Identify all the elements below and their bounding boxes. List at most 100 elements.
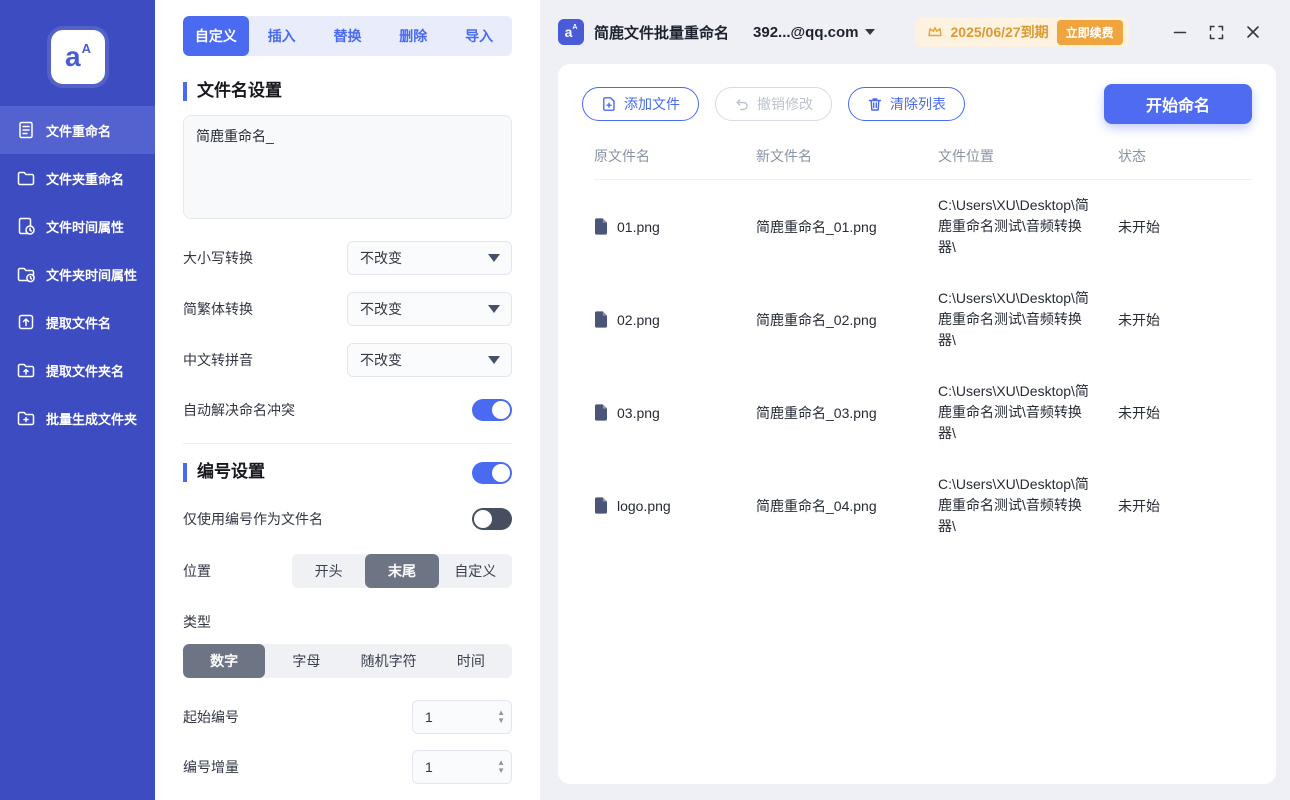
add-files-button[interactable]: 添加文件: [582, 87, 699, 121]
account-menu[interactable]: 392...@qq.com: [753, 24, 875, 41]
stepper-down-button[interactable]: ▼: [497, 766, 505, 775]
start-rename-button[interactable]: 开始命名: [1103, 84, 1252, 124]
new-filename: 简鹿重命名_02.png: [756, 311, 877, 328]
undo-button[interactable]: 撤销修改: [715, 87, 832, 121]
pinyin-convert-label: 中文转拼音: [183, 351, 253, 368]
sidebar-item-extract-foldername[interactable]: 提取文件夹名: [0, 346, 155, 394]
chevron-down-icon: [488, 355, 500, 364]
app-logo: aA: [50, 30, 105, 84]
chevron-down-icon: [488, 304, 500, 313]
tab-custom[interactable]: 自定义: [183, 16, 249, 56]
title-bar: aA 简鹿文件批量重命名 392...@qq.com 2025/06/27到期 …: [558, 0, 1276, 64]
sidebar-item-file-time[interactable]: 文件时间属性: [0, 202, 155, 250]
sidebar-item-label: 提取文件夹名: [46, 363, 125, 379]
tab-import[interactable]: 导入: [446, 16, 512, 56]
status-text: 未开始: [1118, 497, 1160, 514]
mode-tabbar: 自定义 插入 替换 删除 导入: [183, 16, 512, 56]
type-option-time[interactable]: 时间: [430, 644, 512, 678]
stepper-down-button[interactable]: ▼: [497, 716, 505, 725]
folder-time-icon: [17, 267, 35, 283]
app-title: 简鹿文件批量重命名: [594, 24, 730, 42]
position-option-start[interactable]: 开头: [292, 554, 365, 588]
crown-icon: [927, 26, 942, 37]
col-original-name: 原文件名: [594, 148, 650, 164]
new-filename: 简鹿重命名_04.png: [756, 497, 877, 514]
table-row[interactable]: 01.png 简鹿重命名_01.png C:\Users\XU\Desktop\…: [594, 180, 1252, 273]
file-icon: [595, 311, 607, 328]
status-text: 未开始: [1118, 311, 1160, 328]
sidebar-item-label: 文件时间属性: [46, 219, 125, 235]
tab-delete[interactable]: 删除: [380, 16, 446, 56]
sidebar-item-label: 文件夹时间属性: [46, 267, 138, 283]
undo-icon: [736, 99, 748, 111]
sidebar-item-label: 提取文件名: [46, 315, 112, 331]
window-controls: [1173, 25, 1276, 40]
status-text: 未开始: [1118, 218, 1160, 235]
sidebar: aA 文件重命名 文件夹重命名 文件时间属性 文件夹时间属性 提取文件名 提取文…: [0, 0, 155, 800]
sidebar-item-label: 文件重命名: [46, 123, 112, 139]
app-icon: aA: [558, 19, 584, 45]
fullscreen-button[interactable]: [1209, 25, 1224, 40]
file-list-card: 添加文件 撤销修改 清除列表 开始命名 原文件名 新文件名 文件位置 状态 01…: [558, 64, 1276, 784]
table-row[interactable]: logo.png 简鹿重命名_04.png C:\Users\XU\Deskto…: [594, 459, 1252, 552]
expiry-text: 2025/06/27到期: [950, 24, 1049, 40]
new-filename: 简鹿重命名_03.png: [756, 404, 877, 421]
filename-section-title: 文件名设置: [183, 81, 282, 101]
file-location: C:\Users\XU\Desktop\简鹿重命名测试\音频转换器\: [938, 476, 1089, 534]
renew-button[interactable]: 立即续费: [1056, 19, 1123, 45]
extract-foldername-icon: [17, 363, 35, 378]
status-text: 未开始: [1118, 404, 1160, 421]
chevron-down-icon: [488, 253, 500, 262]
type-option-number[interactable]: 数字: [183, 643, 266, 678]
original-filename: 03.png: [617, 404, 660, 421]
trash-icon: [868, 98, 882, 111]
traditional-convert-label: 简繁体转换: [183, 300, 253, 317]
file-icon: [595, 218, 607, 235]
tab-insert[interactable]: 插入: [249, 16, 315, 56]
position-option-custom[interactable]: 自定义: [439, 554, 512, 588]
sidebar-item-batch-create-folder[interactable]: 批量生成文件夹: [0, 394, 155, 442]
new-filename: 简鹿重命名_01.png: [756, 218, 877, 235]
traditional-convert-select[interactable]: 不改变: [347, 291, 512, 326]
file-table: 原文件名 新文件名 文件位置 状态 01.png 简鹿重命名_01.png C:…: [582, 146, 1252, 552]
extract-filename-icon: [18, 314, 34, 330]
sidebar-item-extract-filename[interactable]: 提取文件名: [0, 298, 155, 346]
case-convert-select[interactable]: 不改变: [347, 240, 512, 275]
table-row[interactable]: 03.png 简鹿重命名_03.png C:\Users\XU\Desktop\…: [594, 366, 1252, 459]
pinyin-convert-select[interactable]: 不改变: [347, 342, 512, 377]
type-option-random[interactable]: 随机字符: [348, 644, 430, 678]
col-new-name: 新文件名: [756, 148, 812, 164]
logo-letter: a: [65, 41, 81, 72]
close-button[interactable]: [1246, 25, 1260, 39]
type-option-letter[interactable]: 字母: [265, 644, 347, 678]
sidebar-item-folder-time[interactable]: 文件夹时间属性: [0, 250, 155, 298]
main-area: aA 简鹿文件批量重命名 392...@qq.com 2025/06/27到期 …: [540, 0, 1290, 800]
auto-resolve-toggle[interactable]: [472, 398, 512, 421]
position-option-end[interactable]: 末尾: [365, 553, 439, 588]
increment-stepper[interactable]: 1 ▲ ▼: [412, 749, 512, 784]
tab-replace[interactable]: 替换: [315, 16, 381, 56]
sidebar-item-label: 文件夹重命名: [46, 171, 125, 187]
type-segmented: 数字 字母 随机字符 时间: [183, 643, 512, 678]
start-number-stepper[interactable]: 1 ▲ ▼: [412, 699, 512, 734]
sidebar-item-folder-rename[interactable]: 文件夹重命名: [0, 154, 155, 202]
only-number-label: 仅使用编号作为文件名: [183, 510, 323, 527]
auto-resolve-label: 自动解决命名冲突: [183, 401, 295, 418]
only-number-toggle[interactable]: [472, 507, 512, 530]
numbering-toggle[interactable]: [472, 461, 512, 484]
file-location: C:\Users\XU\Desktop\简鹿重命名测试\音频转换器\: [938, 197, 1089, 255]
table-row[interactable]: 02.png 简鹿重命名_02.png C:\Users\XU\Desktop\…: [594, 273, 1252, 366]
minimize-button[interactable]: [1173, 25, 1187, 39]
position-label: 位置: [183, 562, 211, 579]
filename-input[interactable]: 简鹿重命名_: [183, 114, 512, 219]
add-file-icon: [603, 97, 615, 111]
clear-list-button[interactable]: 清除列表: [848, 87, 965, 121]
folder-rename-icon: [17, 171, 35, 186]
col-location: 文件位置: [938, 148, 994, 164]
chevron-down-icon: [864, 29, 875, 35]
file-time-icon: [18, 217, 35, 235]
case-convert-label: 大小写转换: [183, 249, 253, 266]
position-segmented: 开头 末尾 自定义: [292, 553, 512, 588]
file-icon: [595, 497, 607, 514]
sidebar-item-file-rename[interactable]: 文件重命名: [0, 106, 155, 154]
